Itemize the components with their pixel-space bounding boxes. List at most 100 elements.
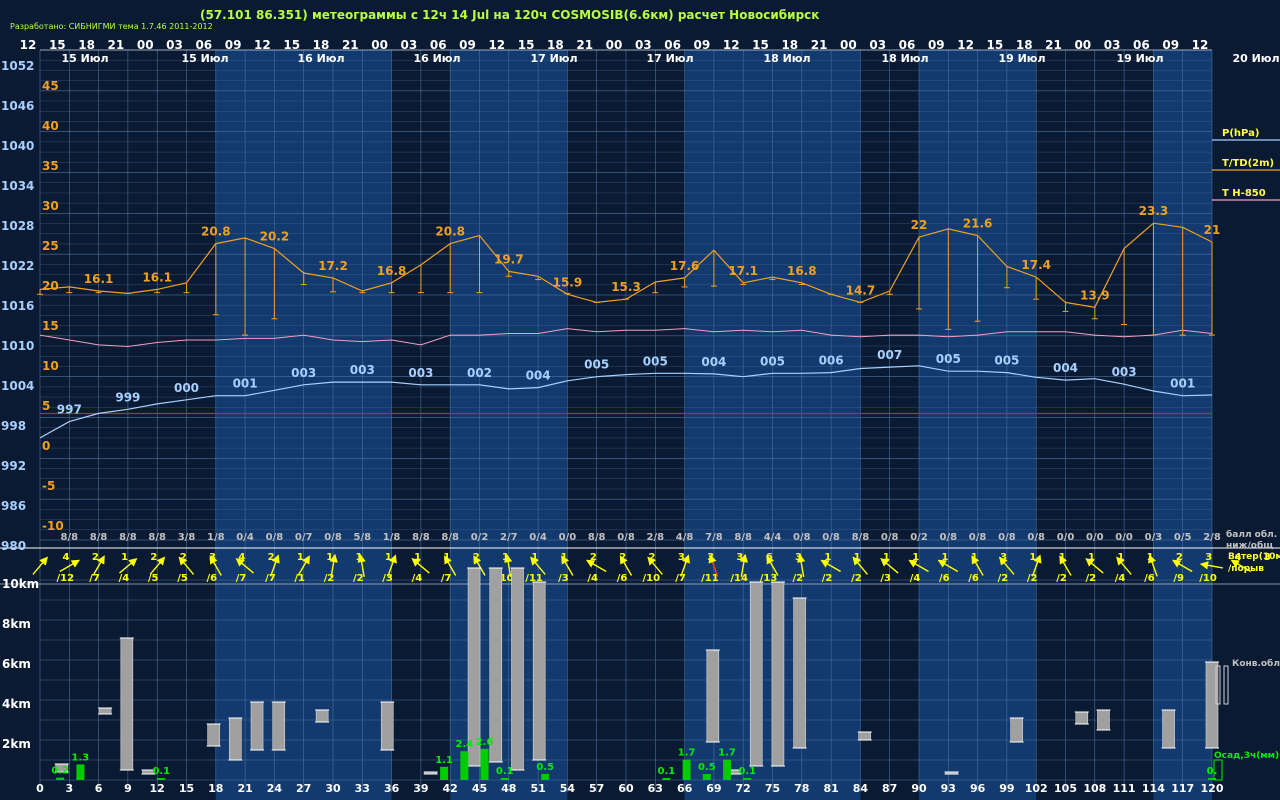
cloud-cover-value: 0/3: [1145, 532, 1163, 543]
cloud-cover-value: 0/0: [559, 532, 577, 543]
hour-tick-label: 18: [313, 38, 330, 52]
pressure-axis-label: 1022: [1, 259, 34, 273]
temperature-axis-label: -10: [42, 519, 64, 533]
date-label: 18 Июл: [881, 52, 928, 65]
wind-gust: /6: [206, 573, 217, 584]
bottom-hour-label: 72: [736, 782, 751, 795]
date-label: 20 Июл: [1232, 52, 1279, 65]
date-label: 19 Июл: [1116, 52, 1163, 65]
temperature-label: 17.2: [318, 259, 348, 273]
temperature-axis-label: 5: [42, 399, 50, 413]
bottom-hour-label: 54: [560, 782, 576, 795]
height-axis-label: 2km: [2, 737, 31, 751]
wind-gust: /6: [1144, 573, 1155, 584]
pressure-axis-label: 1016: [1, 299, 34, 313]
bottom-hour-label: 90: [911, 782, 927, 795]
pressure-label: 004: [701, 355, 726, 369]
height-axis-label: 8km: [2, 617, 31, 631]
cloud-cover-value: 0/8: [324, 532, 342, 543]
precip-label: 1.7: [678, 748, 696, 759]
bottom-hour-label: 114: [1142, 782, 1165, 795]
wind-gust: /2: [998, 573, 1009, 584]
wind-gust: /10: [643, 573, 661, 584]
convective-cloud-legend-icon: [1223, 665, 1229, 705]
cloud-cover-legend: ниж/общ: [1226, 540, 1273, 551]
precip-bar: [702, 774, 711, 780]
wind-gust: /12: [57, 573, 75, 584]
cloud-cover-value: 0/0: [1057, 532, 1075, 543]
height-axis-label: 4km: [2, 697, 31, 711]
cloud-column: [1075, 711, 1089, 725]
wind-gust: /6: [968, 573, 979, 584]
wind-speed: 6: [766, 552, 773, 563]
temperature-label: 20.8: [201, 225, 231, 239]
cloud-cover-value: 0/8: [881, 532, 899, 543]
wind-speed: 4: [63, 552, 70, 563]
cloud-cover-value: 8/8: [588, 532, 606, 543]
hour-tick-label: 18: [78, 38, 95, 52]
pressure-axis-label: 1046: [1, 99, 34, 113]
wind-speed: 2: [150, 552, 157, 563]
wind-speed: 1: [1147, 552, 1154, 563]
bottom-hour-label: 63: [648, 782, 663, 795]
bottom-hour-label: 12: [150, 782, 165, 795]
wind-speed: 2: [180, 552, 187, 563]
date-label: 16 Июл: [297, 52, 344, 65]
wind-speed: 2: [473, 552, 480, 563]
hour-tick-label: 18: [781, 38, 798, 52]
cloud-column: [771, 581, 785, 767]
legend-label: T/TD(2m): [1222, 158, 1274, 169]
pressure-axis-label: 1034: [1, 179, 34, 193]
wind-legend: /порыв: [1228, 564, 1264, 574]
precip-bar: [541, 774, 550, 780]
wind-gust: /5: [148, 573, 159, 584]
cloud-cover-value: 0/4: [529, 532, 547, 543]
precip-label: 2.4: [455, 739, 473, 750]
temperature-label: 21.6: [963, 216, 993, 230]
height-axis-label: 10km: [2, 577, 39, 591]
cloud-cover-value: 8/8: [441, 532, 459, 543]
bottom-hour-label: 84: [853, 782, 869, 795]
precip-bar: [682, 759, 691, 780]
hour-tick-label: 12: [20, 38, 37, 52]
pressure-axis-label: 1052: [1, 59, 34, 73]
wind-gust: /2: [1056, 573, 1067, 584]
cloud-cover-value: 8/8: [852, 532, 870, 543]
hour-tick-label: 00: [606, 38, 623, 52]
hour-tick-label: 09: [928, 38, 945, 52]
wind-gust: /2: [792, 573, 803, 584]
cloud-column: [749, 581, 763, 767]
temperature-axis-label: 35: [42, 159, 59, 173]
wind-speed: 3: [678, 552, 685, 563]
cloud-cover-value: 8/8: [119, 532, 137, 543]
pressure-label: 999: [115, 390, 140, 404]
wind-gust: /11: [701, 573, 719, 584]
bottom-hour-label: 33: [355, 782, 370, 795]
wind-gust: /6: [939, 573, 950, 584]
cloud-column: [272, 701, 286, 751]
hour-tick-label: 00: [371, 38, 388, 52]
cloud-column: [511, 567, 524, 771]
precip-label: 1.3: [72, 752, 90, 763]
cloud-cover-value: 8/8: [412, 532, 430, 543]
bottom-hour-label: 39: [413, 782, 428, 795]
cloud-cover-value: 3/8: [178, 532, 196, 543]
cloud-column: [1162, 709, 1175, 749]
wind-gust: /7: [265, 573, 276, 584]
temperature-axis-label: 25: [42, 239, 59, 253]
wind-speed: 3: [795, 552, 802, 563]
pressure-label: 004: [1053, 361, 1078, 375]
precip-label: 0.1: [658, 766, 676, 777]
temperature-label: 16.1: [84, 272, 114, 286]
wind-gust: /5: [177, 573, 188, 584]
pressure-label: 005: [760, 354, 785, 368]
hour-tick-label: 03: [166, 38, 183, 52]
wind-gust: /4: [412, 573, 423, 584]
wind-gust: /7: [236, 573, 247, 584]
precip-label: 0.5: [698, 762, 716, 773]
hour-tick-label: 12: [254, 38, 271, 52]
hour-tick-label: 15: [987, 38, 1004, 52]
bottom-hour-label: 96: [970, 782, 986, 795]
cloud-cover-value: 0/8: [998, 532, 1016, 543]
temperature-axis-label: 10: [42, 359, 59, 373]
